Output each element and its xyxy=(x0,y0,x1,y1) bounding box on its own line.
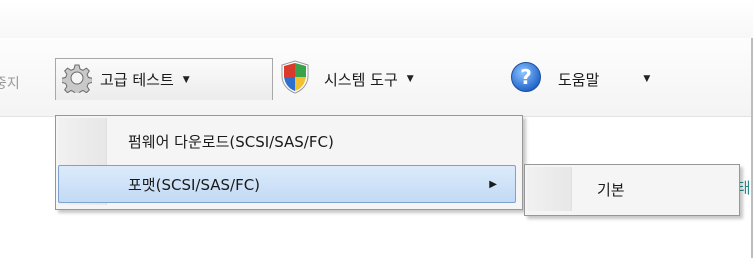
help-label: 도움말 xyxy=(558,70,600,89)
help-icon: ? xyxy=(510,61,542,97)
menu-item-label: 포맷(SCSI/SAS/FC) xyxy=(128,175,261,194)
format-submenu: 기본 xyxy=(524,164,740,216)
toolbar-item-partial-label: 중지 xyxy=(0,76,20,92)
shield-icon xyxy=(280,60,310,98)
submenu-item-basic[interactable]: 기본 xyxy=(525,165,737,213)
toolbar-item-partial[interactable]: 중지 xyxy=(0,70,20,96)
advanced-test-menu-button[interactable]: 고급 테스트 ▼ xyxy=(55,58,273,100)
top-band xyxy=(0,0,753,39)
svg-text:?: ? xyxy=(520,65,532,89)
help-menu-button[interactable]: ? 도움말 ▼ xyxy=(510,58,650,100)
chevron-down-icon: ▼ xyxy=(406,74,414,84)
chevron-right-icon: ▶ xyxy=(489,178,497,190)
submenu-item-label: 기본 xyxy=(597,180,625,199)
gear-icon xyxy=(61,63,93,97)
chevron-down-icon: ▼ xyxy=(643,74,651,84)
system-tools-menu-button[interactable]: 시스템 도구 ▼ xyxy=(280,58,414,100)
menu-item-format[interactable]: 포맷(SCSI/SAS/FC) ▶ xyxy=(58,165,516,203)
advanced-test-label: 고급 테스트 xyxy=(100,71,174,89)
menu-item-label: 펌웨어 다운로드(SCSI/SAS/FC) xyxy=(128,132,334,151)
application-window: 중지 고급 테스트 ▼ 시스템 도구 ▼ ? 도움말 ▼ 펌웨어 다운로드(SC… xyxy=(0,0,753,258)
system-tools-label: 시스템 도구 xyxy=(324,70,398,89)
advanced-test-dropdown: 펌웨어 다운로드(SCSI/SAS/FC) 포맷(SCSI/SAS/FC) ▶ xyxy=(55,115,523,210)
chevron-down-icon: ▼ xyxy=(182,74,190,85)
menu-item-firmware-download[interactable]: 펌웨어 다운로드(SCSI/SAS/FC) xyxy=(58,122,518,160)
